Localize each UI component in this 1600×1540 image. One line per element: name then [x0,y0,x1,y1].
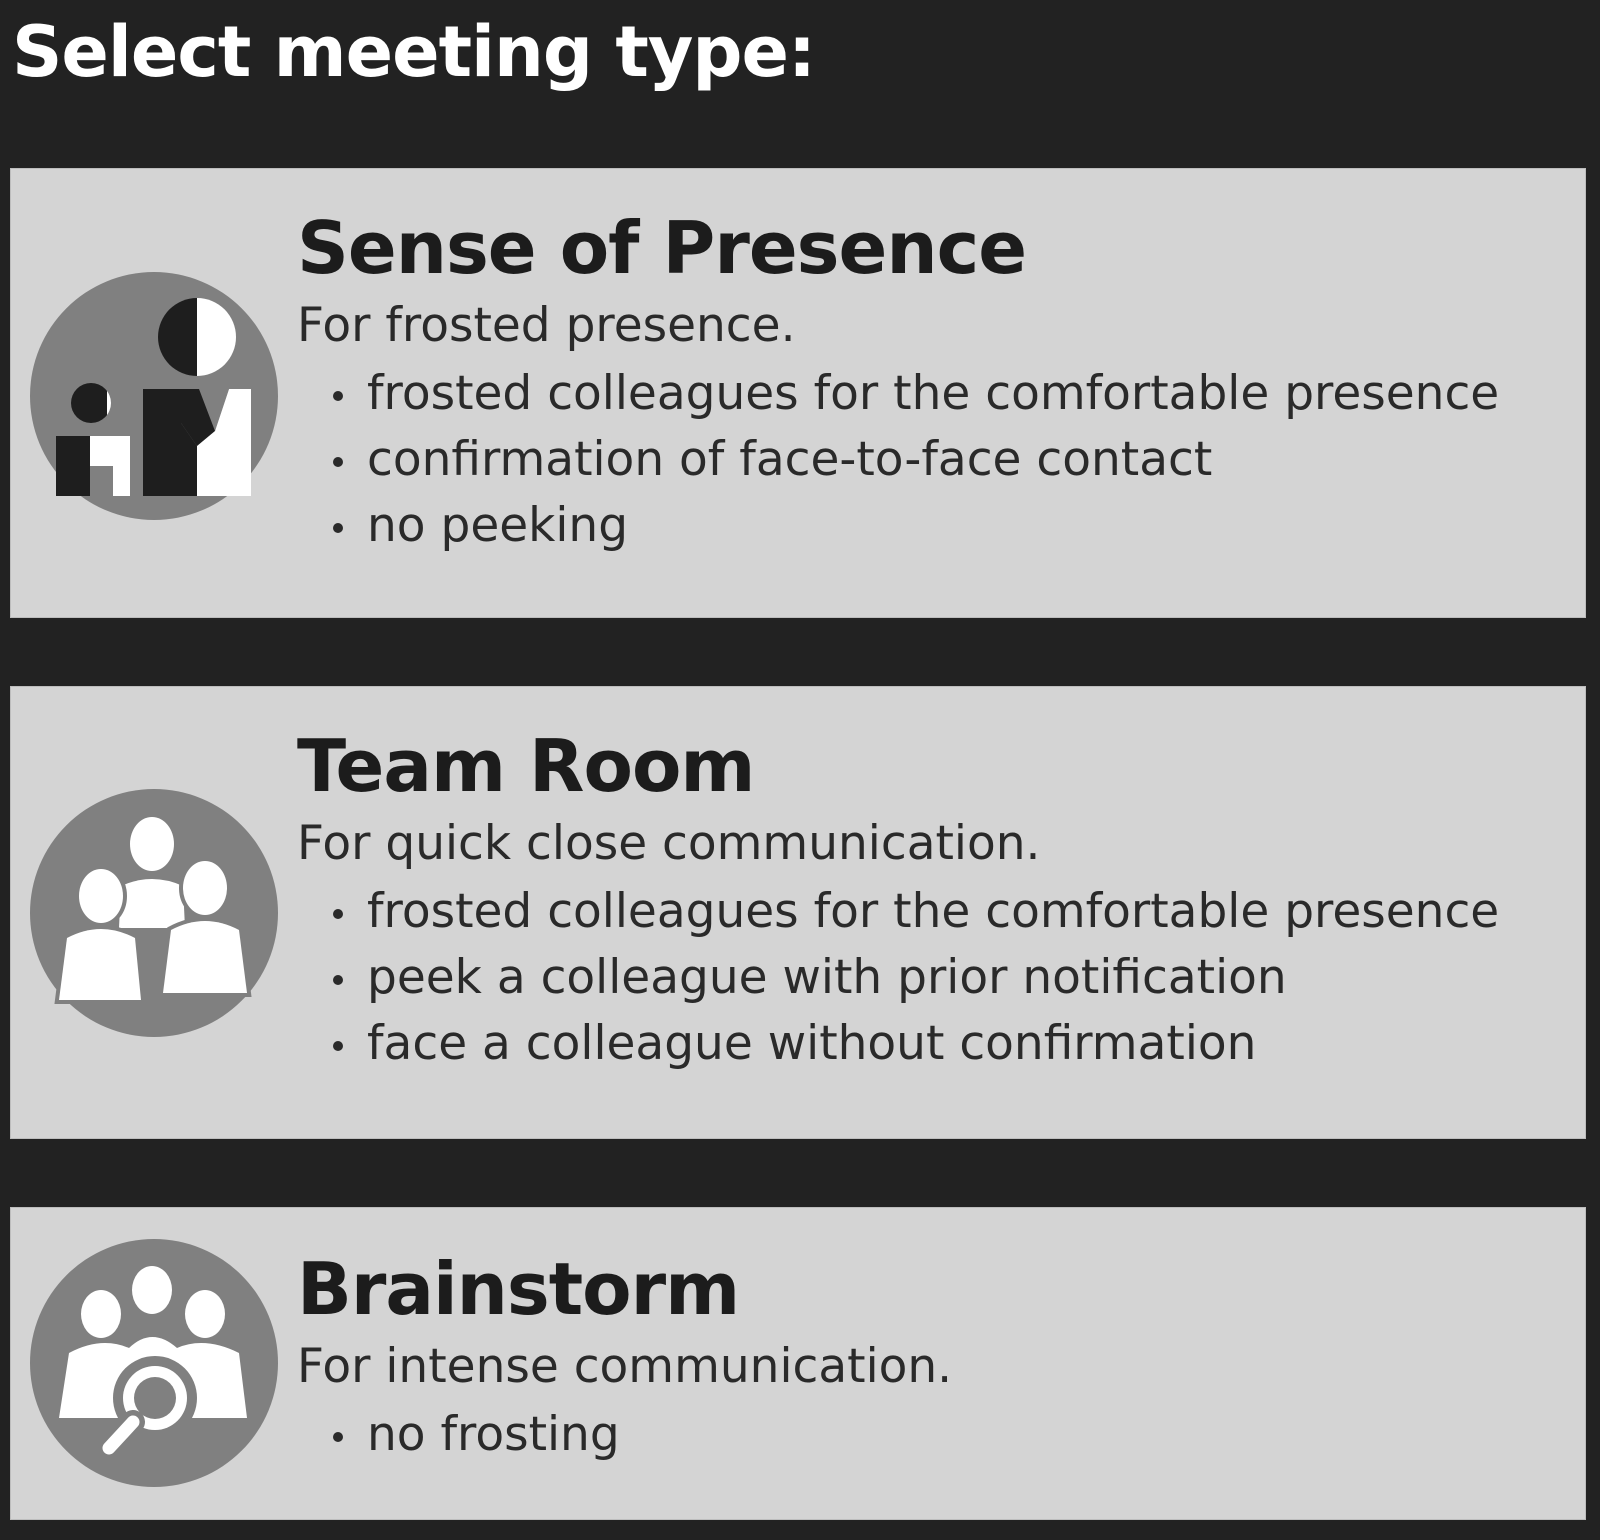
feature-item: frosted colleagues for the comfortable p… [331,879,1565,945]
card-title: Team Room [297,724,755,808]
feature-item: no frosting [331,1402,1565,1468]
feature-item: no peeking [331,493,1565,559]
feature-item: face a colleague without confirmation [331,1011,1565,1077]
card-subtitle: For frosted presence. [297,298,796,353]
card-subtitle: For quick close communication. [297,816,1041,871]
meeting-type-team-room[interactable]: Team Room For quick close communication.… [10,686,1586,1139]
team-room-icon [29,788,279,1038]
feature-list: frosted colleagues for the comfortable p… [297,361,1565,559]
sense-of-presence-icon [29,271,279,521]
card-text: Sense of Presence For frosted presence. … [297,203,1565,559]
card-text: Brainstorm For intense communication. no… [297,1244,1565,1468]
card-subtitle: For intense communication. [297,1339,953,1394]
meeting-type-brainstorm[interactable]: Brainstorm For intense communication. no… [10,1207,1586,1520]
feature-item: frosted colleagues for the comfortable p… [331,361,1565,427]
feature-list: frosted colleagues for the comfortable p… [297,879,1565,1077]
feature-item: peek a colleague with prior notification [331,945,1565,1011]
page-title: Select meeting type: [12,11,816,93]
meeting-type-sense-of-presence[interactable]: Sense of Presence For frosted presence. … [10,168,1586,618]
card-title: Brainstorm [297,1247,740,1331]
feature-item: confirmation of face-to-face contact [331,427,1565,493]
brainstorm-icon [29,1238,279,1488]
card-title: Sense of Presence [297,206,1027,290]
feature-list: no frosting [297,1402,1565,1468]
card-text: Team Room For quick close communication.… [297,721,1565,1077]
